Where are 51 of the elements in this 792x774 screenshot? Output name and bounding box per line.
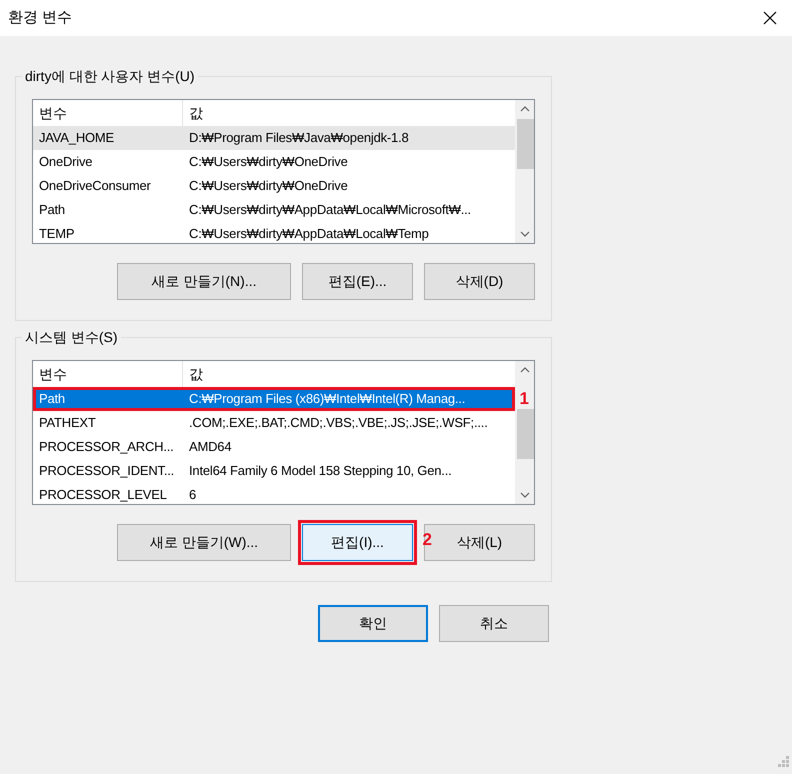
window-title: 환경 변수 — [8, 8, 72, 28]
variable-name: OneDrive — [38, 153, 94, 172]
list-row[interactable]: OneDrive C:₩Users₩dirty₩OneDrive — [33, 150, 515, 174]
annotation-number: 1 — [520, 389, 529, 409]
scrollbar-thumb[interactable] — [516, 409, 534, 459]
variable-name: OneDriveConsumer — [38, 177, 152, 196]
list-row[interactable]: Path C:₩Program Files (x86)₩Intel₩Intel(R) Manag... — [33, 387, 515, 411]
variable-value: C:₩Users₩dirty₩OneDrive — [188, 177, 348, 196]
variable-name: PROCESSOR_ARCH... — [38, 438, 175, 456]
column-header[interactable]: 값 — [183, 361, 203, 387]
variable-name: JAVA_HOME — [38, 129, 116, 148]
variable-value: .COM;.EXE;.BAT;.CMD;.VBS;.VBE;.JS;.JSE;.WSF;.... — [188, 414, 488, 432]
ok-button[interactable]: 확인 — [318, 605, 428, 642]
close-icon — [763, 11, 777, 25]
action-button[interactable]: 삭제(D) — [424, 263, 535, 300]
variable-value: C:₩Program Files (x86)₩Intel₩Intel(R) Manag... — [188, 390, 466, 408]
list-row[interactable]: PROCESSOR_ARCH... AMD64 — [33, 435, 515, 459]
scrollbar[interactable] — [515, 361, 534, 504]
variable-value: D:₩Program Files₩Java₩openjdk-1.8 — [188, 129, 409, 148]
variable-name: Path — [38, 390, 66, 408]
action-button[interactable]: 편집(E)... — [302, 263, 413, 300]
action-button[interactable]: 새로 만들기(W)... — [117, 524, 291, 561]
list-row[interactable]: JAVA_HOME D:₩Program Files₩Java₩openjdk-1.8 — [33, 126, 515, 150]
column-header[interactable]: 값 — [183, 100, 203, 126]
variable-name: PATHEXT — [38, 414, 97, 432]
variable-name: PROCESSOR_IDENT... — [38, 462, 176, 480]
variable-name: PROCESSOR_LEVEL — [38, 486, 168, 504]
resize-grip-icon[interactable] — [778, 756, 790, 768]
list-row[interactable]: TEMP C:₩Users₩dirty₩AppData₩Local₩Temp — [33, 222, 515, 243]
list-row[interactable]: Path C:₩Users₩dirty₩AppData₩Local₩Microsoft₩... — [33, 198, 515, 222]
scroll-up-icon[interactable] — [520, 106, 530, 112]
scrollbar-thumb[interactable] — [516, 119, 534, 169]
variable-value: C:₩Users₩dirty₩AppData₩Local₩Microsoft₩... — [188, 201, 471, 220]
variable-value: AMD64 — [188, 438, 232, 456]
variable-value: C:₩Users₩dirty₩OneDrive — [188, 153, 348, 172]
action-button[interactable]: 새로 만들기(N)... — [117, 263, 291, 300]
list-row[interactable]: PROCESSOR_LEVEL 6 — [33, 483, 515, 504]
scroll-down-icon[interactable] — [520, 492, 530, 498]
scroll-down-icon[interactable] — [520, 231, 530, 237]
variable-value: 6 — [188, 486, 196, 504]
variable-value: C:₩Users₩dirty₩AppData₩Local₩Temp — [188, 225, 429, 243]
annotation-number: 2 — [422, 530, 432, 550]
list-row[interactable]: PROCESSOR_IDENT... Intel64 Family 6 Model 158 Stepping 10, Gen... — [33, 459, 515, 483]
scroll-up-icon[interactable] — [520, 367, 530, 373]
variable-name: TEMP — [38, 225, 76, 243]
cancel-button[interactable]: 취소 — [439, 605, 549, 642]
list-row[interactable]: OneDriveConsumer C:₩Users₩dirty₩OneDrive — [33, 174, 515, 198]
variable-name: Path — [38, 201, 66, 220]
variable-value: Intel64 Family 6 Model 158 Stepping 10, Gen... — [188, 462, 452, 480]
scrollbar[interactable] — [515, 100, 534, 243]
list-row[interactable]: PATHEXT .COM;.EXE;.BAT;.CMD;.VBS;.VBE;.JS;.JSE;.WSF;.... — [33, 411, 515, 435]
